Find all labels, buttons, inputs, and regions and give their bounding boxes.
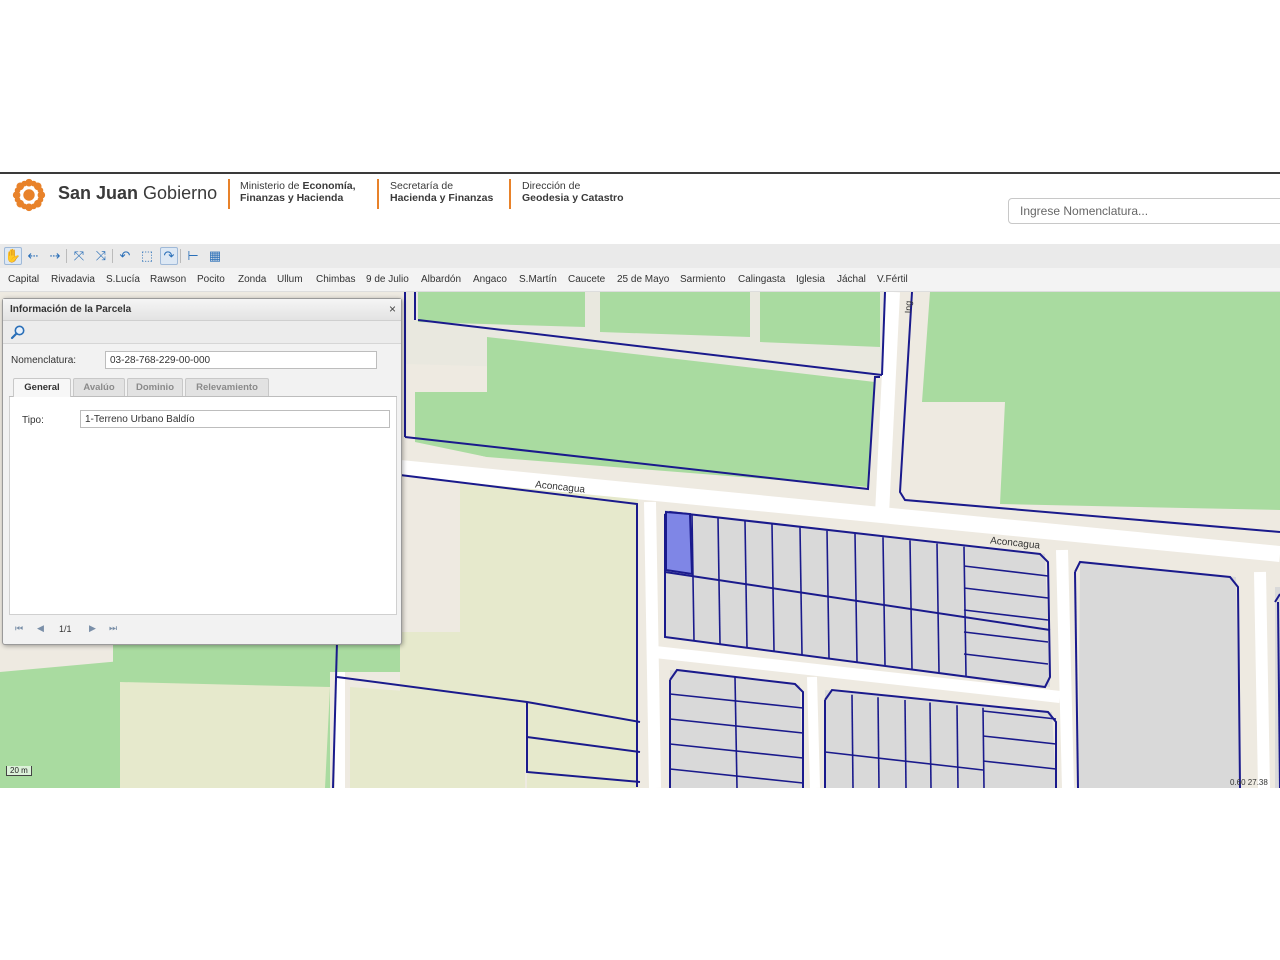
coordinates-readout: 0.60 27.38 bbox=[1230, 778, 1268, 787]
department-bar: Capital Rivadavia S.Lucía Rawson Pocito Zonda… bbox=[0, 268, 1280, 292]
tipo-field[interactable] bbox=[80, 410, 390, 428]
search-icon[interactable] bbox=[10, 324, 26, 340]
department-link[interactable]: Calingasta bbox=[738, 274, 785, 285]
tab-avalo[interactable]: Avalúo bbox=[73, 378, 125, 396]
pager: ⏮ ◀ 1/1 ▶ ⏭ bbox=[3, 617, 401, 641]
tipo-label: Tipo: bbox=[22, 415, 44, 426]
department-link[interactable]: Sarmiento bbox=[680, 274, 726, 285]
map-toolbar: ✋ ⇠ ⇢ ⤧ ⤨ ↶ ⬚ ↷ ⊢ ▦ bbox=[0, 244, 1280, 268]
department-link[interactable]: 25 de Mayo bbox=[617, 274, 669, 285]
zoom-in-extent-icon[interactable]: ⤧ bbox=[70, 247, 88, 265]
zoom-box-icon[interactable]: ⬚ bbox=[138, 247, 156, 265]
department-link[interactable]: Jáchal bbox=[837, 274, 866, 285]
prev-page-button[interactable]: ◀ bbox=[37, 623, 44, 634]
close-button[interactable]: × bbox=[386, 303, 399, 316]
zoom-out-extent-icon[interactable]: ⤨ bbox=[92, 247, 110, 265]
department-link[interactable]: Ullum bbox=[277, 274, 303, 285]
brand-title: San Juan Gobierno bbox=[58, 183, 218, 203]
department-link[interactable]: Iglesia bbox=[796, 274, 825, 285]
department-link[interactable]: Albardón bbox=[421, 274, 461, 285]
department-link[interactable]: Zonda bbox=[238, 274, 266, 285]
app-window: San Juan Gobierno Ministerio de Economía… bbox=[0, 172, 1280, 788]
nomenclatura-label: Nomenclatura: bbox=[11, 355, 77, 366]
direccion-label: Dirección de Geodesia y Catastro bbox=[522, 180, 624, 204]
header-divider bbox=[509, 179, 511, 209]
department-link[interactable]: Angaco bbox=[473, 274, 507, 285]
measure-icon[interactable]: ⊢ bbox=[184, 247, 202, 265]
tab-relevamiento[interactable]: Relevamiento bbox=[185, 378, 269, 396]
header: San Juan Gobierno Ministerio de Economía… bbox=[0, 174, 1280, 244]
nomenclatura-search-input[interactable] bbox=[1008, 198, 1280, 224]
scale-bar: 20 m bbox=[6, 766, 32, 776]
department-link[interactable]: Rawson bbox=[150, 274, 186, 285]
department-link[interactable]: 9 de Julio bbox=[366, 274, 409, 285]
tab-dominio[interactable]: Dominio bbox=[127, 378, 183, 396]
department-link[interactable]: S.Lucía bbox=[106, 274, 140, 285]
department-link[interactable]: Pocito bbox=[197, 274, 225, 285]
window-title: Información de la Parcela bbox=[10, 304, 132, 315]
redo-icon[interactable]: ↷ bbox=[160, 247, 178, 265]
department-link[interactable]: V.Fértil bbox=[877, 274, 908, 285]
window-toolbar bbox=[3, 321, 401, 344]
toolbar-separator bbox=[66, 249, 67, 263]
department-link[interactable]: Rivadavia bbox=[51, 274, 95, 285]
window-titlebar[interactable]: Información de la Parcela × bbox=[3, 299, 401, 321]
department-link[interactable]: Chimbas bbox=[316, 274, 355, 285]
street-label: Ing bbox=[903, 300, 914, 314]
department-link[interactable]: Capital bbox=[8, 274, 39, 285]
department-link[interactable]: Caucete bbox=[568, 274, 605, 285]
toolbar-separator bbox=[180, 249, 181, 263]
grid-icon[interactable]: ▦ bbox=[206, 247, 224, 265]
header-divider bbox=[228, 179, 230, 209]
arrow-back-icon[interactable]: ⇠ bbox=[24, 247, 42, 265]
nomenclatura-field[interactable] bbox=[105, 351, 377, 369]
parcel-info-window: Información de la Parcela × Nomenclatura… bbox=[2, 298, 402, 645]
first-page-button[interactable]: ⏮ bbox=[15, 623, 23, 634]
tab-strip: General Avalúo Dominio Relevamiento bbox=[9, 378, 397, 397]
selected-parcel[interactable] bbox=[665, 510, 694, 576]
last-page-button[interactable]: ⏭ bbox=[109, 623, 117, 634]
next-page-button[interactable]: ▶ bbox=[89, 623, 96, 634]
tab-panel-general: Tipo: bbox=[9, 397, 397, 615]
undo-icon[interactable]: ↶ bbox=[116, 247, 134, 265]
page-indicator: 1/1 bbox=[59, 624, 72, 634]
toolbar-separator bbox=[112, 249, 113, 263]
ministry-label: Ministerio de Economía, Finanzas y Hacie… bbox=[240, 180, 356, 204]
department-link[interactable]: S.Martín bbox=[519, 274, 557, 285]
tab-general[interactable]: General bbox=[13, 378, 71, 397]
pan-hand-icon[interactable]: ✋ bbox=[4, 247, 22, 265]
arrow-forward-icon[interactable]: ⇢ bbox=[46, 247, 64, 265]
secretaria-label: Secretaría de Hacienda y Finanzas bbox=[390, 180, 494, 204]
sun-logo-icon bbox=[12, 178, 46, 212]
header-divider bbox=[377, 179, 379, 209]
